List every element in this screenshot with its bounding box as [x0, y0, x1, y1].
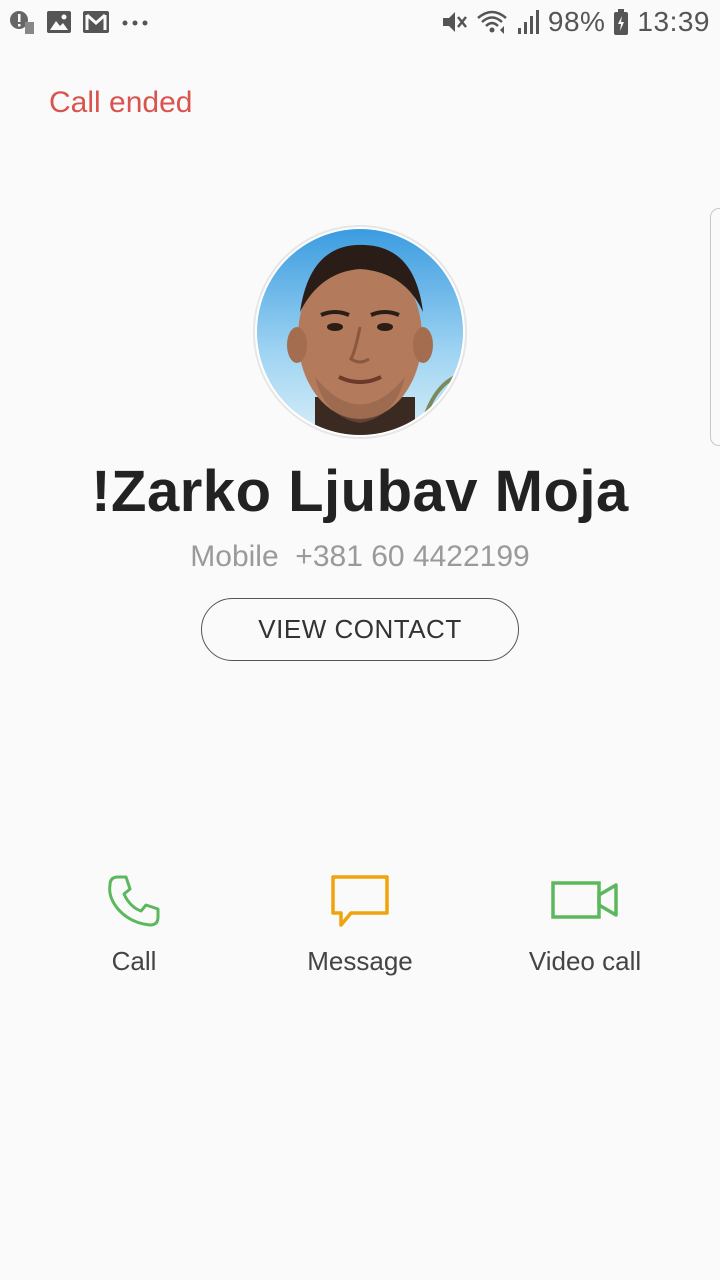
more-icon	[120, 9, 150, 35]
contact-avatar	[253, 225, 467, 439]
message-icon	[329, 866, 391, 936]
status-bar: 98% 13:39	[0, 0, 720, 48]
message-label: Message	[307, 946, 413, 976]
battery-percentage: 98%	[547, 6, 606, 37]
mute-icon	[440, 8, 468, 36]
video-call-button[interactable]: Video call	[485, 866, 685, 986]
phone-icon	[104, 866, 164, 936]
alert-icon	[8, 8, 36, 36]
video-call-label: Video call	[528, 946, 642, 976]
edge-panel-handle[interactable]	[710, 208, 720, 446]
call-label: Call	[111, 946, 157, 976]
call-button[interactable]: Call	[34, 866, 234, 986]
contact-number: Mobile +381 60 4422199	[190, 540, 530, 573]
image-icon	[46, 9, 72, 35]
call-status-text: Call ended	[49, 86, 193, 119]
wifi-icon	[476, 8, 508, 36]
signal-icon	[516, 8, 540, 36]
view-contact-button[interactable]: VIEW CONTACT	[201, 598, 519, 661]
contact-name: !Zarko Ljubav Moja	[91, 459, 629, 524]
video-icon	[550, 866, 620, 936]
message-button[interactable]: Message	[260, 866, 460, 986]
status-left-icons	[8, 8, 150, 36]
status-clock: 13:39	[637, 6, 710, 37]
status-right-icons: 98% 13:39	[440, 6, 710, 38]
gmail-icon	[82, 9, 110, 35]
battery-icon	[613, 8, 629, 36]
